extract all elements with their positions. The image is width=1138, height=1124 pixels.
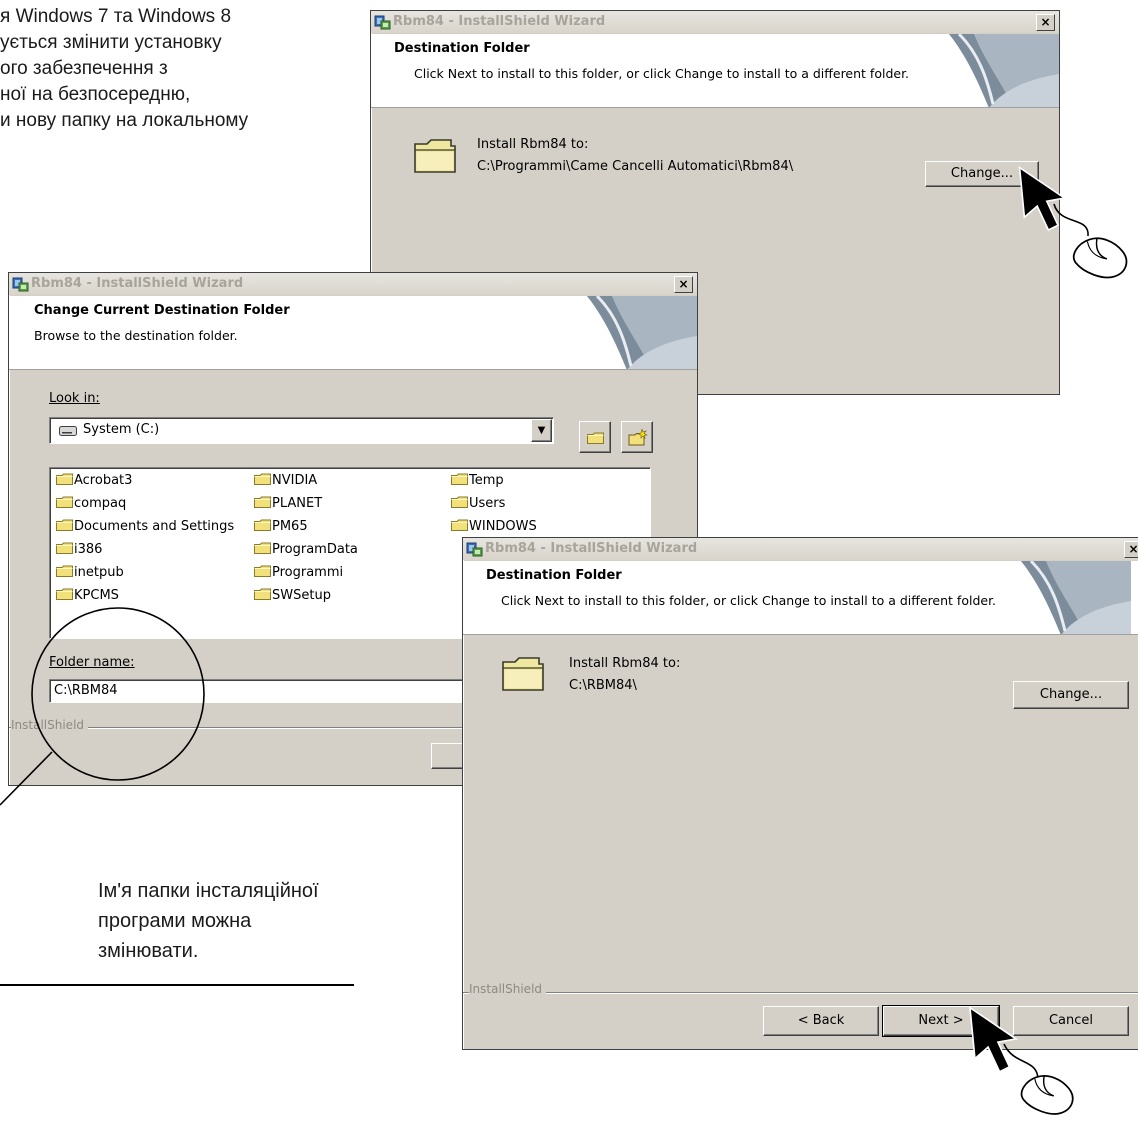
back-button[interactable]: < Back xyxy=(763,1006,879,1036)
folder-icon xyxy=(56,588,73,600)
intro-line: ується змінити установку xyxy=(0,32,222,53)
list-item[interactable]: PM65 xyxy=(254,517,308,537)
intro-line: я Windows 7 та Windows 8 xyxy=(0,6,232,27)
page-curl-graphic xyxy=(929,34,1059,108)
look-in-value: System (C:) xyxy=(83,422,160,437)
folder-icon xyxy=(56,519,73,531)
folder-icon xyxy=(56,542,73,554)
folder-icon xyxy=(254,542,271,554)
note-line: Ім'я папки інсталяційної xyxy=(98,880,319,902)
folder-icon xyxy=(413,138,457,174)
intro-line: ної на безпосередню, xyxy=(0,84,191,105)
header-title: Destination Folder xyxy=(394,41,530,56)
page-curl-graphic xyxy=(1001,561,1131,635)
folder-rename-note: Ім'я папки інсталяційної програми можна … xyxy=(98,876,319,966)
look-in-label-text: Look in: xyxy=(49,391,100,406)
window-title: Rbm84 - InstallShield Wizard xyxy=(31,276,244,291)
close-button[interactable]: × xyxy=(1036,14,1055,31)
header-subtitle: Click Next to install to this folder, or… xyxy=(501,593,997,608)
wizard-header: Change Current Destination Folder Browse… xyxy=(9,296,697,370)
folder-icon xyxy=(56,496,73,508)
divider xyxy=(463,992,1138,994)
callout-circle xyxy=(0,607,205,806)
header-title: Destination Folder xyxy=(486,568,622,583)
list-item[interactable]: Temp xyxy=(451,471,504,491)
wizard-header: Destination Folder Click Next to install… xyxy=(463,561,1138,635)
list-item[interactable]: NVIDIA xyxy=(254,471,317,491)
dropdown-arrow-icon[interactable]: ▼ xyxy=(531,419,552,442)
list-item[interactable]: Users xyxy=(451,494,505,514)
look-in-label: Look in: xyxy=(49,391,100,406)
installshield-app-icon xyxy=(374,14,391,30)
install-path: C:\Programmi\Came Cancelli Automatici\Rb… xyxy=(477,159,794,174)
title-bar[interactable]: Rbm84 - InstallShield Wizard × xyxy=(9,273,697,295)
close-button[interactable]: × xyxy=(674,276,693,293)
installshield-app-icon xyxy=(466,541,483,557)
installshield-app-icon xyxy=(12,276,29,292)
computer-mouse-icon xyxy=(1016,1070,1082,1120)
wizard-header: Destination Folder Click Next to install… xyxy=(371,34,1059,108)
look-in-select[interactable]: System (C:) ▼ xyxy=(49,417,554,444)
installshield-brand: InstallShield xyxy=(469,982,547,996)
title-bar[interactable]: Rbm84 - InstallShield Wizard × xyxy=(371,11,1059,33)
folder-icon xyxy=(451,519,468,531)
window-title: Rbm84 - InstallShield Wizard xyxy=(393,14,606,29)
folder-icon xyxy=(254,565,271,577)
header-subtitle: Browse to the destination folder. xyxy=(34,328,238,343)
folder-icon xyxy=(254,496,271,508)
list-item[interactable]: Programmi xyxy=(254,563,343,583)
list-item[interactable]: compaq xyxy=(56,494,126,514)
folder-icon xyxy=(501,656,545,692)
folder-icon xyxy=(254,519,271,531)
folder-icon xyxy=(254,473,271,485)
list-item[interactable]: SWSetup xyxy=(254,586,331,606)
new-folder-icon xyxy=(628,429,648,446)
list-item[interactable]: Documents and Settings xyxy=(56,517,234,537)
note-line: програми можна xyxy=(98,910,252,932)
close-button[interactable]: × xyxy=(1124,541,1138,558)
list-item[interactable]: WINDOWS xyxy=(451,517,537,537)
intro-text: я Windows 7 та Windows 8 ується змінити … xyxy=(0,4,248,134)
new-folder-button[interactable] xyxy=(621,421,653,453)
header-subtitle: Click Next to install to this folder, or… xyxy=(414,66,910,81)
note-line: змінювати. xyxy=(98,940,199,962)
folder-icon xyxy=(56,473,73,485)
list-item[interactable]: Acrobat3 xyxy=(56,471,132,491)
install-path: C:\RBM84\ xyxy=(569,678,637,693)
note-underline xyxy=(0,984,354,986)
hard-drive-icon xyxy=(59,426,77,436)
folder-icon xyxy=(451,473,468,485)
intro-line: и нову папку на локальному xyxy=(0,110,249,131)
folder-icon xyxy=(451,496,468,508)
computer-mouse-icon xyxy=(1068,232,1136,284)
list-item[interactable]: inetpub xyxy=(56,563,124,583)
destination-folder-dialog-updated: Rbm84 - InstallShield Wizard × Destinati… xyxy=(462,537,1138,1050)
install-label: Install Rbm84 to: xyxy=(477,137,589,152)
window-title: Rbm84 - InstallShield Wizard xyxy=(485,541,698,556)
page-curl-graphic xyxy=(567,296,697,370)
list-item[interactable]: i386 xyxy=(56,540,102,560)
folder-icon xyxy=(56,565,73,577)
header-title: Change Current Destination Folder xyxy=(34,303,290,318)
install-label: Install Rbm84 to: xyxy=(569,656,681,671)
intro-line: ого забезпечення з xyxy=(0,58,168,79)
list-item[interactable]: ProgramData xyxy=(254,540,358,560)
list-item[interactable]: PLANET xyxy=(254,494,322,514)
change-button[interactable]: Change... xyxy=(1013,681,1129,709)
title-bar[interactable]: Rbm84 - InstallShield Wizard × xyxy=(463,538,1138,560)
folder-icon xyxy=(254,588,271,600)
up-one-level-icon xyxy=(587,432,604,444)
cancel-button[interactable]: Cancel xyxy=(1013,1006,1129,1036)
up-one-level-button[interactable] xyxy=(579,421,611,453)
